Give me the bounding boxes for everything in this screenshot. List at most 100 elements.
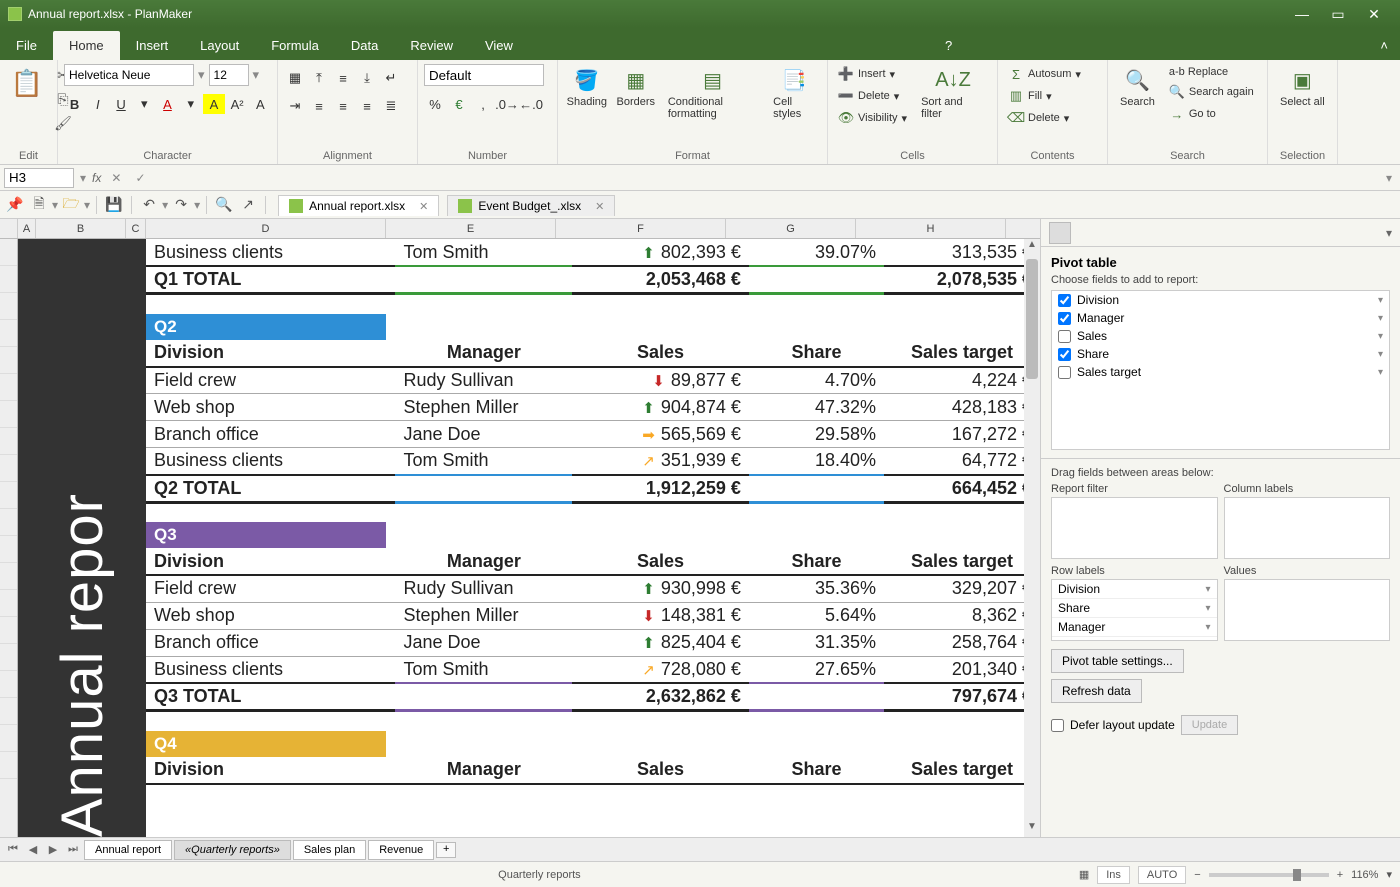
pivot-field-checkbox[interactable] xyxy=(1058,312,1071,325)
italic-button[interactable]: I xyxy=(87,94,108,114)
align-center-button[interactable]: ≡ xyxy=(332,96,354,116)
zoom-value[interactable]: 116% xyxy=(1351,869,1378,881)
collapse-ribbon-button[interactable]: ˄ xyxy=(1368,31,1400,60)
pivot-field-row[interactable]: Sales▾ xyxy=(1052,327,1389,345)
pivot-field-checkbox[interactable] xyxy=(1058,348,1071,361)
cellref-drop[interactable]: ▾ xyxy=(80,171,86,185)
autosum-button[interactable]: ΣAutosum ▾ xyxy=(1004,64,1085,84)
comma-button[interactable]: , xyxy=(472,94,494,114)
minimize-button[interactable]: — xyxy=(1284,6,1320,22)
currency-button[interactable]: € xyxy=(448,94,470,114)
select-all-button[interactable]: ▣Select all xyxy=(1274,64,1331,110)
qa-save-button[interactable]: 💾 xyxy=(103,194,125,216)
sheet-nav-prev[interactable]: ◀ xyxy=(24,843,42,856)
table-row[interactable]: Business clientsTom Smith ↗728,080 € 27.… xyxy=(146,656,1040,683)
add-sheet-button[interactable]: + xyxy=(436,842,456,858)
tab-home[interactable]: Home xyxy=(53,31,120,60)
dec-decimals-button[interactable]: ←.0 xyxy=(520,94,542,114)
table-row[interactable]: Business clientsTom Smith ⬆802,393 € 39.… xyxy=(146,239,1040,266)
font-name-input[interactable] xyxy=(64,64,194,86)
sheet-tab-4[interactable]: Revenue xyxy=(368,840,434,860)
merge-button[interactable]: ⇥ xyxy=(284,96,306,116)
worksheet[interactable]: A B C D E F G H Annual repor Business cl… xyxy=(0,219,1040,837)
sheet-tab-3[interactable]: Sales plan xyxy=(293,840,366,860)
area-collabels-box[interactable] xyxy=(1224,497,1391,559)
table-row[interactable]: Field crewRudy Sullivan ⬇89,877 € 4.70%4… xyxy=(146,367,1040,394)
pivot-row-chip[interactable]: Manager▾ xyxy=(1052,618,1217,637)
search-button[interactable]: 🔍Search xyxy=(1114,64,1161,110)
field-drop-icon[interactable]: ▾ xyxy=(1378,367,1383,378)
shading-button[interactable]: 🪣Shading xyxy=(564,64,610,110)
qa-new-button[interactable]: 🗎 xyxy=(28,194,50,216)
area-rowlabels-box[interactable]: Division▾Share▾Manager▾ xyxy=(1051,579,1218,641)
font-name-drop[interactable]: ▾ xyxy=(198,67,205,83)
pivot-field-checkbox[interactable] xyxy=(1058,330,1071,343)
font-color-drop[interactable]: ▾ xyxy=(180,94,201,114)
close-tab-2[interactable]: ✕ xyxy=(595,200,604,213)
tab-layout[interactable]: Layout xyxy=(184,31,255,60)
qa-pin-button[interactable]: 📌 xyxy=(4,194,26,216)
qa-redo-button[interactable]: ↷ xyxy=(170,194,192,216)
align-justify-button[interactable]: ≣ xyxy=(380,96,402,116)
search-again-button[interactable]: 🔍Search again xyxy=(1165,82,1258,102)
align-left-button[interactable]: ≡ xyxy=(308,96,330,116)
paste-button[interactable]: 📋 xyxy=(6,64,48,102)
table-row[interactable]: Branch officeJane Doe ➡565,569 € 29.58%1… xyxy=(146,421,1040,448)
pivot-settings-button[interactable]: Pivot table settings... xyxy=(1051,649,1184,673)
align-right-button[interactable]: ≡ xyxy=(356,96,378,116)
font-size-input[interactable] xyxy=(209,64,249,86)
doc-tab-1[interactable]: Annual report.xlsx✕ xyxy=(278,195,439,216)
tab-insert[interactable]: Insert xyxy=(120,31,185,60)
superscript-button[interactable]: A² xyxy=(227,94,248,114)
border-button[interactable]: ▦ xyxy=(284,68,306,88)
pivot-field-row[interactable]: Manager▾ xyxy=(1052,309,1389,327)
qa-undo-button[interactable]: ↶ xyxy=(138,194,160,216)
zoom-out-button[interactable]: − xyxy=(1194,869,1200,881)
field-drop-icon[interactable]: ▾ xyxy=(1378,331,1383,342)
cell-styles-button[interactable]: 📑Cell styles xyxy=(767,64,821,122)
tab-data[interactable]: Data xyxy=(335,31,394,60)
help-button[interactable]: ? xyxy=(933,31,964,60)
fx-accept-button[interactable]: ✓ xyxy=(131,171,149,185)
sort-filter-button[interactable]: A↓ZSort and filter xyxy=(915,64,991,122)
tab-formula[interactable]: Formula xyxy=(255,31,335,60)
wrap-button[interactable]: ↵ xyxy=(380,68,402,88)
conditional-formatting-button[interactable]: ▤Conditional formatting xyxy=(662,64,763,122)
pivot-field-list[interactable]: Division▾Manager▾Sales▾Share▾Sales targe… xyxy=(1051,290,1390,450)
delete-cells-button[interactable]: ➖Delete ▾ xyxy=(834,86,911,106)
field-drop-icon[interactable]: ▾ xyxy=(1378,295,1383,306)
sheet-nav-last[interactable]: ⏭ xyxy=(64,843,82,856)
close-button[interactable]: ✕ xyxy=(1356,6,1392,23)
tab-file[interactable]: File xyxy=(0,31,53,60)
chip-drop-icon[interactable]: ▾ xyxy=(1205,622,1210,633)
table-row[interactable]: Business clientsTom Smith ↗351,939 € 18.… xyxy=(146,448,1040,475)
status-auto[interactable]: AUTO xyxy=(1138,866,1186,884)
borders-button[interactable]: ▦Borders xyxy=(614,64,658,110)
highlight-button[interactable]: A xyxy=(203,94,224,114)
pivot-field-checkbox[interactable] xyxy=(1058,294,1071,307)
status-pivot-icon[interactable]: ▦ xyxy=(1079,868,1089,881)
sheet-tab-1[interactable]: Annual report xyxy=(84,840,172,860)
inc-decimals-button[interactable]: .0→ xyxy=(496,94,518,114)
align-mid-button[interactable]: ≡ xyxy=(332,68,354,88)
sheet-nav-next[interactable]: ▶ xyxy=(44,843,62,856)
number-format-select[interactable] xyxy=(424,64,544,86)
pivot-field-row[interactable]: Division▾ xyxy=(1052,291,1389,309)
chip-drop-icon[interactable]: ▾ xyxy=(1205,603,1210,614)
font-color-button[interactable]: A xyxy=(157,94,178,114)
chip-drop-icon[interactable]: ▾ xyxy=(1205,584,1210,595)
pivot-refresh-button[interactable]: Refresh data xyxy=(1051,679,1142,703)
tab-review[interactable]: Review xyxy=(394,31,469,60)
close-tab-1[interactable]: ✕ xyxy=(419,200,428,213)
doc-tab-2[interactable]: Event Budget_.xlsx✕ xyxy=(447,195,615,216)
table-row[interactable]: Field crewRudy Sullivan ⬆930,998 € 35.36… xyxy=(146,575,1040,602)
scroll-thumb[interactable] xyxy=(1026,259,1038,379)
tab-view[interactable]: View xyxy=(469,31,529,60)
qa-print-button[interactable]: 🔍 xyxy=(213,194,235,216)
goto-button[interactable]: →Go to xyxy=(1165,104,1258,124)
table-row[interactable]: Web shopStephen Miller ⬇148,381 € 5.64%8… xyxy=(146,602,1040,629)
zoom-in-button[interactable]: + xyxy=(1337,869,1343,881)
grid-cells[interactable]: Annual repor Business clientsTom Smith ⬆… xyxy=(18,239,1040,837)
scroll-up-button[interactable]: ▲ xyxy=(1024,239,1040,255)
insert-cells-button[interactable]: ➕Insert ▾ xyxy=(834,64,911,84)
